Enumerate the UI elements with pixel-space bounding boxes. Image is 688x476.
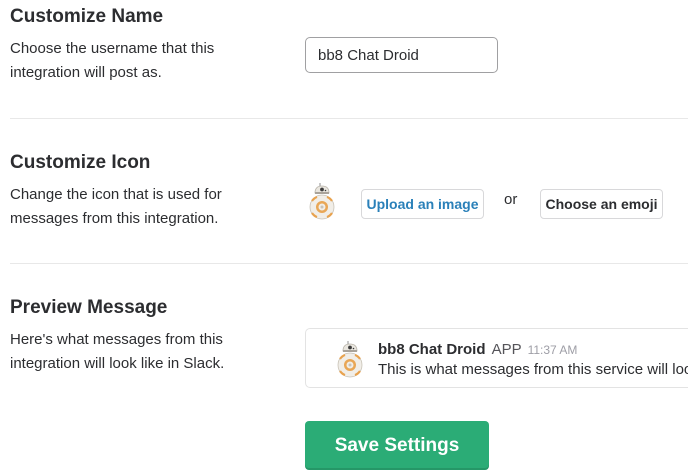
upload-image-button[interactable]: Upload an image xyxy=(361,189,484,219)
customize-icon-description: Change the icon that is used for message… xyxy=(10,186,222,227)
customize-name-description: Choose the username that this integratio… xyxy=(10,40,215,81)
preview-message-text: This is what messages from this service … xyxy=(378,361,688,378)
app-badge: APP xyxy=(491,341,522,358)
username-input[interactable] xyxy=(305,37,498,73)
bb8-droid-icon xyxy=(309,183,335,220)
preview-message-title: Preview Message xyxy=(10,297,168,318)
choose-emoji-button[interactable]: Choose an emoji xyxy=(540,189,663,219)
or-label: or xyxy=(504,191,518,208)
preview-timestamp: 11:37 AM xyxy=(527,343,578,357)
save-settings-button[interactable]: Save Settings xyxy=(305,421,489,470)
preview-sender-name: bb8 Chat Droid xyxy=(378,341,486,358)
divider xyxy=(10,118,688,119)
message-preview: bb8 Chat Droid APP 11:37 AM This is what… xyxy=(305,328,688,388)
divider xyxy=(10,263,688,264)
customize-name-title: Customize Name xyxy=(10,6,164,27)
customize-icon-title: Customize Icon xyxy=(10,152,151,173)
preview-message-description: Here's what messages from this integrati… xyxy=(10,331,225,372)
bb8-droid-icon xyxy=(337,341,363,378)
preview-sender-line: bb8 Chat Droid APP 11:37 AM xyxy=(378,341,577,358)
